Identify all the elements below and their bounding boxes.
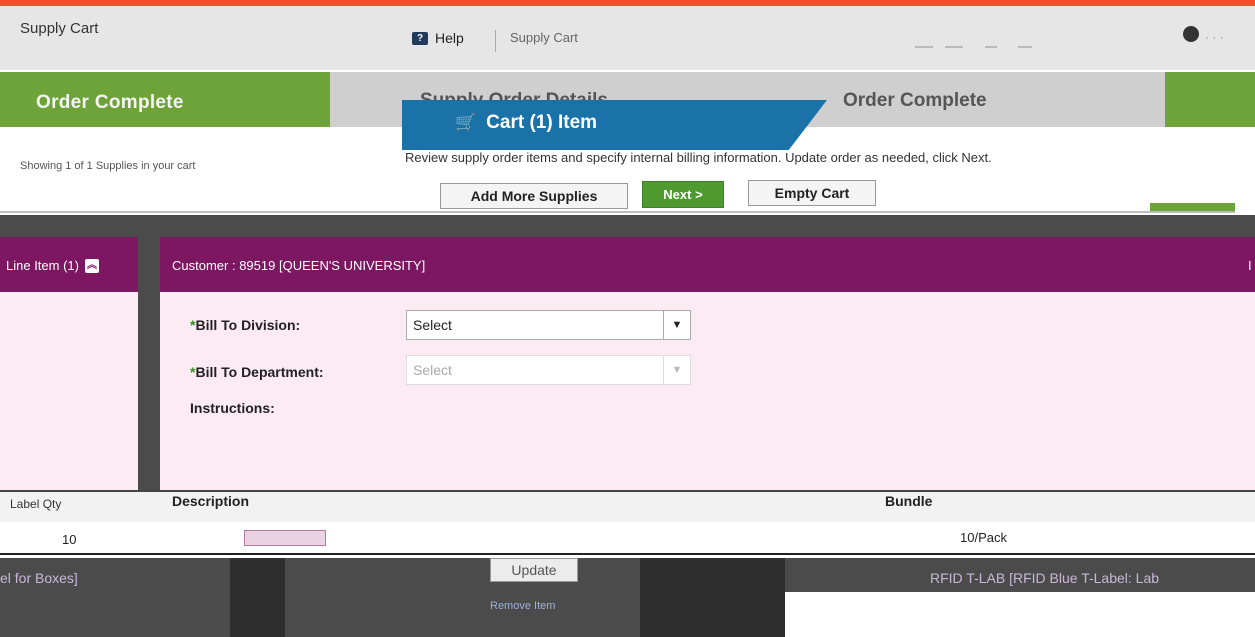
user-icon[interactable] — [1183, 26, 1199, 42]
row-pack-size: 10/Pack — [960, 530, 1007, 545]
cart-icon: 🛒 — [455, 113, 477, 132]
line-item-title[interactable]: Line Item (1) ︽ — [6, 258, 99, 273]
row-quantity[interactable]: 10 — [62, 532, 76, 547]
bill-department-value: Select — [413, 362, 452, 378]
collapse-up-icon[interactable]: ︽ — [84, 258, 99, 273]
instructions-label: Instructions: — [190, 400, 275, 416]
chevron-down-icon[interactable]: ▼ — [663, 311, 690, 339]
divider — [945, 46, 963, 48]
line-item-label: Line Item (1) — [6, 258, 79, 273]
divider — [915, 46, 933, 48]
bill-department-label: *Bill To Department: — [190, 364, 324, 380]
top-header — [0, 6, 1255, 71]
customer-header-edge: I — [1248, 258, 1252, 273]
app-title: Supply Cart — [20, 20, 99, 37]
step-far-right — [1165, 72, 1255, 127]
divider — [0, 211, 1235, 213]
customer-id: 89519 — [239, 258, 276, 273]
product-thumbnail — [244, 530, 326, 546]
step-previous-label: Order Complete — [36, 92, 184, 113]
bill-division-value: Select — [413, 317, 452, 333]
panel-frame-top — [0, 215, 1255, 237]
divider — [0, 553, 1255, 555]
bill-department-select[interactable]: Select ▼ — [406, 355, 691, 385]
bottom-panel — [785, 592, 1255, 637]
step-cart-label: 🛒 Cart (1) Item — [455, 112, 597, 134]
add-more-supplies-button[interactable]: Add More Supplies — [440, 183, 628, 209]
update-button[interactable]: Update — [490, 558, 578, 582]
table-row — [0, 522, 1255, 552]
next-button[interactable]: Next > — [642, 181, 724, 208]
column-header-description: Description — [172, 493, 250, 509]
bill-division-label: *Bill To Division: — [190, 317, 301, 333]
item-label-left: el for Boxes] — [0, 570, 78, 586]
bottom-block — [230, 558, 285, 637]
user-menu[interactable]: · · · — [1205, 30, 1224, 44]
help-link[interactable]: ? Help — [412, 30, 464, 46]
customer-label: Customer : — [172, 258, 236, 273]
chevron-down-icon[interactable]: ▼ — [663, 356, 690, 384]
column-header-bundle: Bundle — [885, 493, 933, 509]
remove-item-link[interactable]: Remove Item — [490, 600, 555, 612]
bottom-block — [640, 558, 785, 637]
breadcrumb[interactable]: Supply Cart — [510, 30, 578, 45]
help-label: Help — [435, 30, 464, 46]
step-cart-text: Cart (1) Item — [486, 112, 598, 133]
cart-summary-text: Showing 1 of 1 Supplies in your cart — [20, 160, 196, 172]
review-instructions: Review supply order items and specify in… — [405, 150, 992, 165]
item-label-right: RFID T-LAB [RFID Blue T-Label: Lab — [930, 570, 1160, 586]
column-header-label-qty: Label Qty — [10, 497, 62, 511]
divider — [495, 30, 496, 52]
divider — [1018, 46, 1032, 48]
customer-title: Customer : 89519 [QUEEN'S UNIVERSITY] — [172, 258, 425, 273]
help-icon: ? — [412, 31, 428, 45]
bill-division-select[interactable]: Select ▼ — [406, 310, 691, 340]
divider — [985, 46, 997, 48]
step-order-complete-label: Order Complete — [843, 90, 987, 111]
customer-name: [QUEEN'S UNIVERSITY] — [278, 258, 426, 273]
empty-cart-button[interactable]: Empty Cart — [748, 180, 876, 206]
